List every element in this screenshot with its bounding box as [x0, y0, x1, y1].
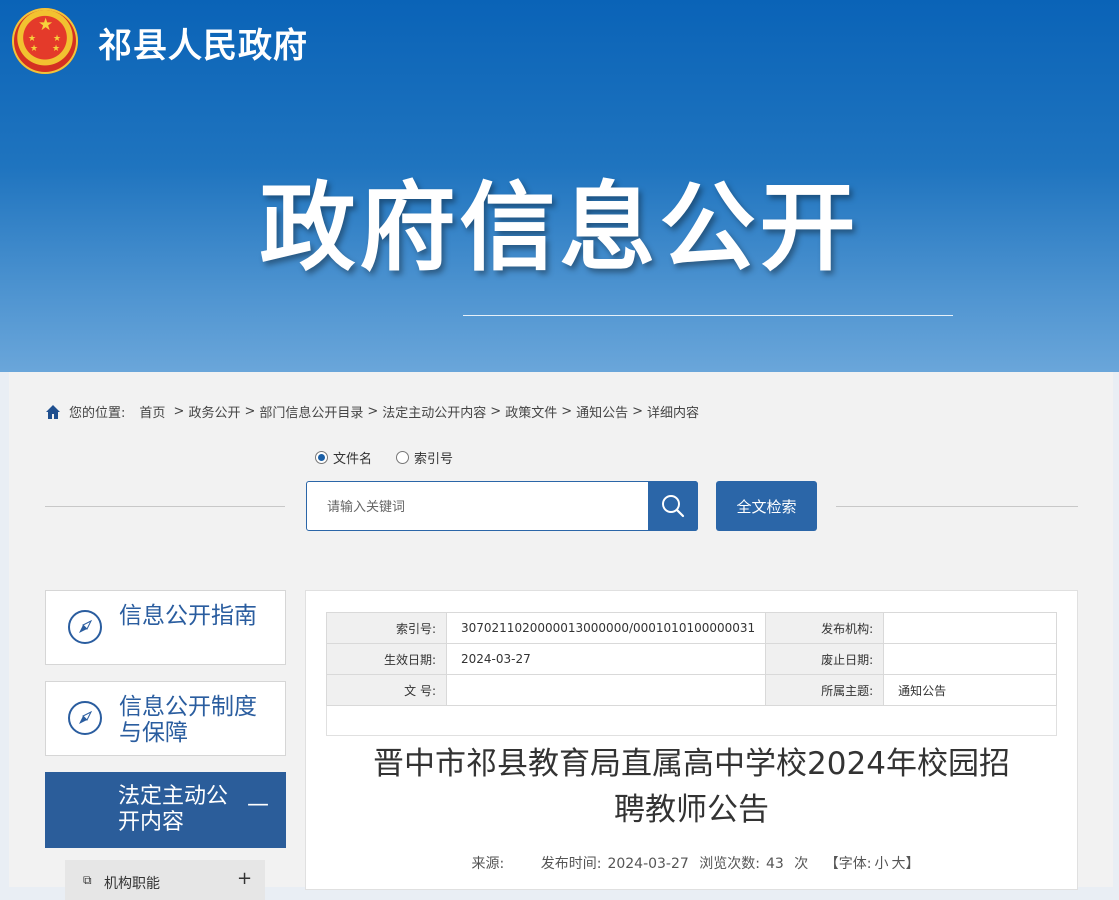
sidebar-item-mandatory-label: 法定主动公开内容: [118, 784, 229, 835]
sidebar-item-guide[interactable]: 信息公开指南: [45, 590, 286, 665]
compass-icon: [68, 610, 102, 644]
source-label: 来源:: [471, 856, 505, 872]
article-panel: 索引号: 3070211020000013000000/000101010000…: [305, 590, 1078, 890]
article-title-line2: 聘教师公告: [614, 792, 769, 828]
breadcrumb-gov-affairs[interactable]: 政务公开: [188, 402, 240, 421]
font-size-close: 】: [905, 856, 920, 872]
metadata-table: 索引号: 3070211020000013000000/000101010000…: [326, 612, 1057, 706]
sidebar-item-system[interactable]: 信息公开制度与保障: [45, 681, 286, 756]
meta-index-key: 索引号:: [326, 612, 447, 644]
publish-time-label: 发布时间:: [540, 856, 602, 872]
meta-expire-value: [883, 643, 1057, 675]
sidebar-sub-item-org-functions[interactable]: ⧉ 机构职能 +: [65, 860, 265, 900]
article-info: 来源: 发布时间: 2024-03-27 浏览次数: 43 次 【字体: 小大】: [306, 853, 1079, 873]
content-area: 您的位置: 首页 > 政务公开 > 部门信息公开目录 > 法定主动公开内容 > …: [9, 372, 1113, 900]
search-button[interactable]: [648, 481, 698, 531]
meta-topic-key: 所属主题:: [765, 674, 885, 706]
breadcrumb-home[interactable]: 首页: [139, 402, 165, 421]
views-label: 浏览次数:: [699, 856, 760, 872]
article-title-line1: 晋中市祁县教育局直属高中学校2024年校园招: [373, 746, 1010, 782]
radio-index-label: 索引号: [414, 452, 454, 467]
views-unit: 次: [794, 856, 809, 872]
meta-docno-key: 文 号:: [326, 674, 447, 706]
radio-filename-selected-icon[interactable]: [315, 451, 328, 464]
home-icon: [46, 404, 60, 419]
views-value: 43: [765, 856, 784, 872]
sidebar-item-guide-label: 信息公开指南: [119, 603, 257, 629]
search-left-divider: [45, 506, 285, 507]
radio-filename-label: 文件名: [333, 452, 373, 467]
meta-effective-value: 2024-03-27: [445, 643, 767, 675]
metadata-table-footer: [326, 706, 1057, 736]
radio-index-icon[interactable]: [396, 451, 410, 464]
sidebar-item-mandatory-content[interactable]: 法定主动公开内容 —: [45, 772, 286, 848]
font-size-label: 【字体:: [824, 856, 872, 872]
meta-publisher-key: 发布机构:: [765, 612, 885, 644]
article-title: 晋中市祁县教育局直属高中学校2024年校园招 聘教师公告: [336, 741, 1047, 833]
font-small-button[interactable]: 小: [874, 856, 888, 872]
breadcrumb: 您的位置: 首页 > 政务公开 > 部门信息公开目录 > 法定主动公开内容 > …: [45, 402, 699, 421]
meta-expire-key: 废止日期:: [765, 643, 885, 675]
sidebar-item-system-label: 信息公开制度与保障: [119, 694, 257, 746]
search-icon: [662, 495, 685, 518]
compass-icon: [68, 701, 102, 735]
site-title[interactable]: 祁县人民政府: [98, 18, 308, 67]
publish-time-value: 2024-03-27: [607, 856, 689, 872]
meta-effective-key: 生效日期:: [326, 643, 447, 675]
banner-title: 政府信息公开: [259, 172, 860, 284]
meta-docno-value: [445, 674, 767, 706]
meta-topic-value: 通知公告: [883, 674, 1057, 706]
search-input[interactable]: [307, 482, 647, 530]
collapse-icon[interactable]: —: [247, 792, 269, 817]
search-right-divider: [836, 506, 1078, 507]
fulltext-search-button[interactable]: 全文检索: [716, 481, 817, 531]
sidebar-sub-item-label: 机构职能: [104, 876, 160, 892]
meta-index-value: 3070211020000013000000/0001010100000031: [445, 612, 767, 644]
breadcrumb-mandatory-content[interactable]: 法定主动公开内容: [382, 402, 486, 421]
expand-icon[interactable]: +: [237, 868, 252, 889]
font-large-button[interactable]: 大: [891, 856, 905, 872]
header-banner: ★ ★ ★ ★ ★ 祁县人民政府 政府信息公开: [0, 0, 1119, 372]
search-type-options: 文件名 索引号: [315, 448, 453, 467]
document-icon: ⧉: [83, 873, 92, 887]
breadcrumb-dept-directory[interactable]: 部门信息公开目录: [259, 402, 363, 421]
meta-publisher-value: [883, 612, 1057, 644]
banner-divider: [463, 315, 953, 316]
breadcrumb-notices[interactable]: 通知公告: [576, 402, 628, 421]
radio-index-number[interactable]: 索引号: [396, 448, 453, 467]
search-box: [306, 481, 698, 531]
breadcrumb-detail: 详细内容: [647, 406, 700, 421]
radio-filename[interactable]: 文件名: [315, 448, 372, 467]
breadcrumb-label: 您的位置:: [69, 406, 126, 421]
breadcrumb-policy-docs[interactable]: 政策文件: [505, 402, 557, 421]
national-emblem-icon: ★ ★ ★ ★ ★: [12, 8, 78, 74]
